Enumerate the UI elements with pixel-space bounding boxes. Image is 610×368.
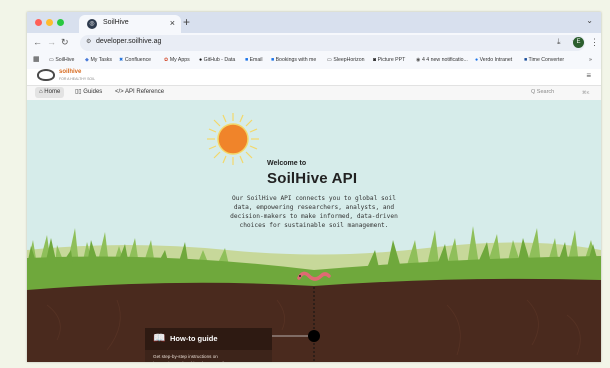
bookmarks-bar: ▦ ▭ SoilHive ◆ My Tasks ✖ Confluence ✿ M… — [27, 53, 601, 70]
apps-grid-icon[interactable]: ▦ — [33, 55, 40, 63]
browser-tab[interactable]: ◎ SoilHive × — [79, 15, 181, 33]
tab-list-icon[interactable]: ⌄ — [586, 16, 593, 25]
soilhive-favicon-icon: ◎ — [87, 19, 97, 29]
book-icon: 📖 — [153, 333, 166, 344]
bookmark-my-tasks[interactable]: ◆ My Tasks — [85, 57, 112, 63]
tab-api-reference[interactable]: </> API Reference — [111, 87, 168, 98]
hero-description: Our SoilHive API connects you to global … — [230, 195, 398, 229]
tab-guides[interactable]: ▯▯ Guides — [71, 87, 106, 98]
search-shortcut: ⌘K — [582, 90, 590, 95]
bookmark-verdo-intranet[interactable]: ● Verdo Intranet — [475, 57, 512, 63]
logo-text[interactable]: soilhive — [59, 69, 81, 75]
tab-home[interactable]: ⌂ Home — [35, 87, 65, 98]
bookmark-sleephorizon[interactable]: ▭ SleepHorizon — [327, 57, 365, 63]
url-bar[interactable]: ⚙ developer.soilhive.ag ☆ — [80, 35, 585, 51]
docs-navigation: ⌂ Home ▯▯ Guides </> API Reference Q Sea… — [27, 85, 601, 101]
page-title: SoilHive API — [267, 170, 358, 187]
close-tab-icon[interactable]: × — [170, 18, 175, 28]
hero-section: Welcome to SoilHive API Our SoilHive API… — [27, 100, 601, 362]
soilhive-logo-icon[interactable] — [37, 69, 55, 81]
logo-tagline: FOR A HEALTHY SOIL — [59, 77, 96, 81]
sun-icon — [207, 113, 259, 165]
card-description: Get step-by-step instructions on integra… — [153, 354, 223, 362]
back-icon[interactable]: ← — [33, 37, 42, 47]
book-icon: ▯▯ — [75, 89, 82, 95]
browser-window: ◎ SoilHive × + ⌄ ← → ↻ ⚙ developer.soilh… — [27, 12, 601, 362]
search-input[interactable]: Q Search — [531, 87, 554, 98]
bookmarks-more-icon[interactable]: » — [589, 57, 592, 63]
bookmark-picture-ppt[interactable]: ◙ Picture PPT — [373, 57, 405, 63]
bookmark-github-data[interactable]: ● GitHub - Data — [199, 57, 235, 63]
bookmark-confluence[interactable]: ✖ Confluence — [119, 57, 151, 63]
tab-title: SoilHive — [103, 19, 129, 26]
profile-avatar[interactable]: E — [573, 37, 584, 48]
reload-icon[interactable]: ↻ — [61, 37, 69, 48]
card-header: 📖 How-to guide — [145, 328, 272, 350]
browser-menu-icon[interactable]: ⋮ — [590, 37, 599, 48]
hamburger-menu-icon[interactable]: ≡ — [586, 71, 591, 80]
close-window-dot[interactable] — [35, 19, 42, 26]
bookmark-bookings[interactable]: ■ Bookings with me — [271, 57, 316, 63]
site-info-icon[interactable]: ⚙ — [86, 38, 91, 45]
bookmark-time-converter[interactable]: ■ Time Converter — [524, 57, 564, 63]
bookmark-notifications[interactable]: ◉ 4 4 new notificatio... — [416, 57, 468, 63]
maximize-window-dot[interactable] — [57, 19, 64, 26]
minimize-window-dot[interactable] — [46, 19, 53, 26]
welcome-label: Welcome to — [267, 160, 307, 167]
landscape-illustration — [27, 226, 601, 362]
how-to-guide-card[interactable]: 📖 How-to guide Get step-by-step instruct… — [145, 328, 272, 362]
forward-icon[interactable]: → — [47, 37, 56, 47]
url-text: developer.soilhive.ag — [96, 38, 162, 45]
home-icon: ⌂ — [39, 89, 43, 95]
address-bar-row: ← → ↻ ⚙ developer.soilhive.ag ☆ ⤓ E ⋮ — [27, 33, 601, 53]
card-title: How-to guide — [170, 334, 218, 343]
bookmark-soilhive[interactable]: ▭ SoilHive — [49, 57, 74, 63]
bookmark-my-apps[interactable]: ✿ My Apps — [164, 57, 190, 63]
new-tab-button[interactable]: + — [183, 15, 190, 29]
download-icon[interactable]: ⤓ — [557, 37, 561, 47]
bookmark-email[interactable]: ■ Email — [245, 57, 263, 63]
site-header: soilhive FOR A HEALTHY SOIL ≡ — [27, 69, 601, 85]
tab-bar: ◎ SoilHive × + ⌄ — [27, 12, 601, 33]
code-icon: </> — [115, 89, 124, 95]
